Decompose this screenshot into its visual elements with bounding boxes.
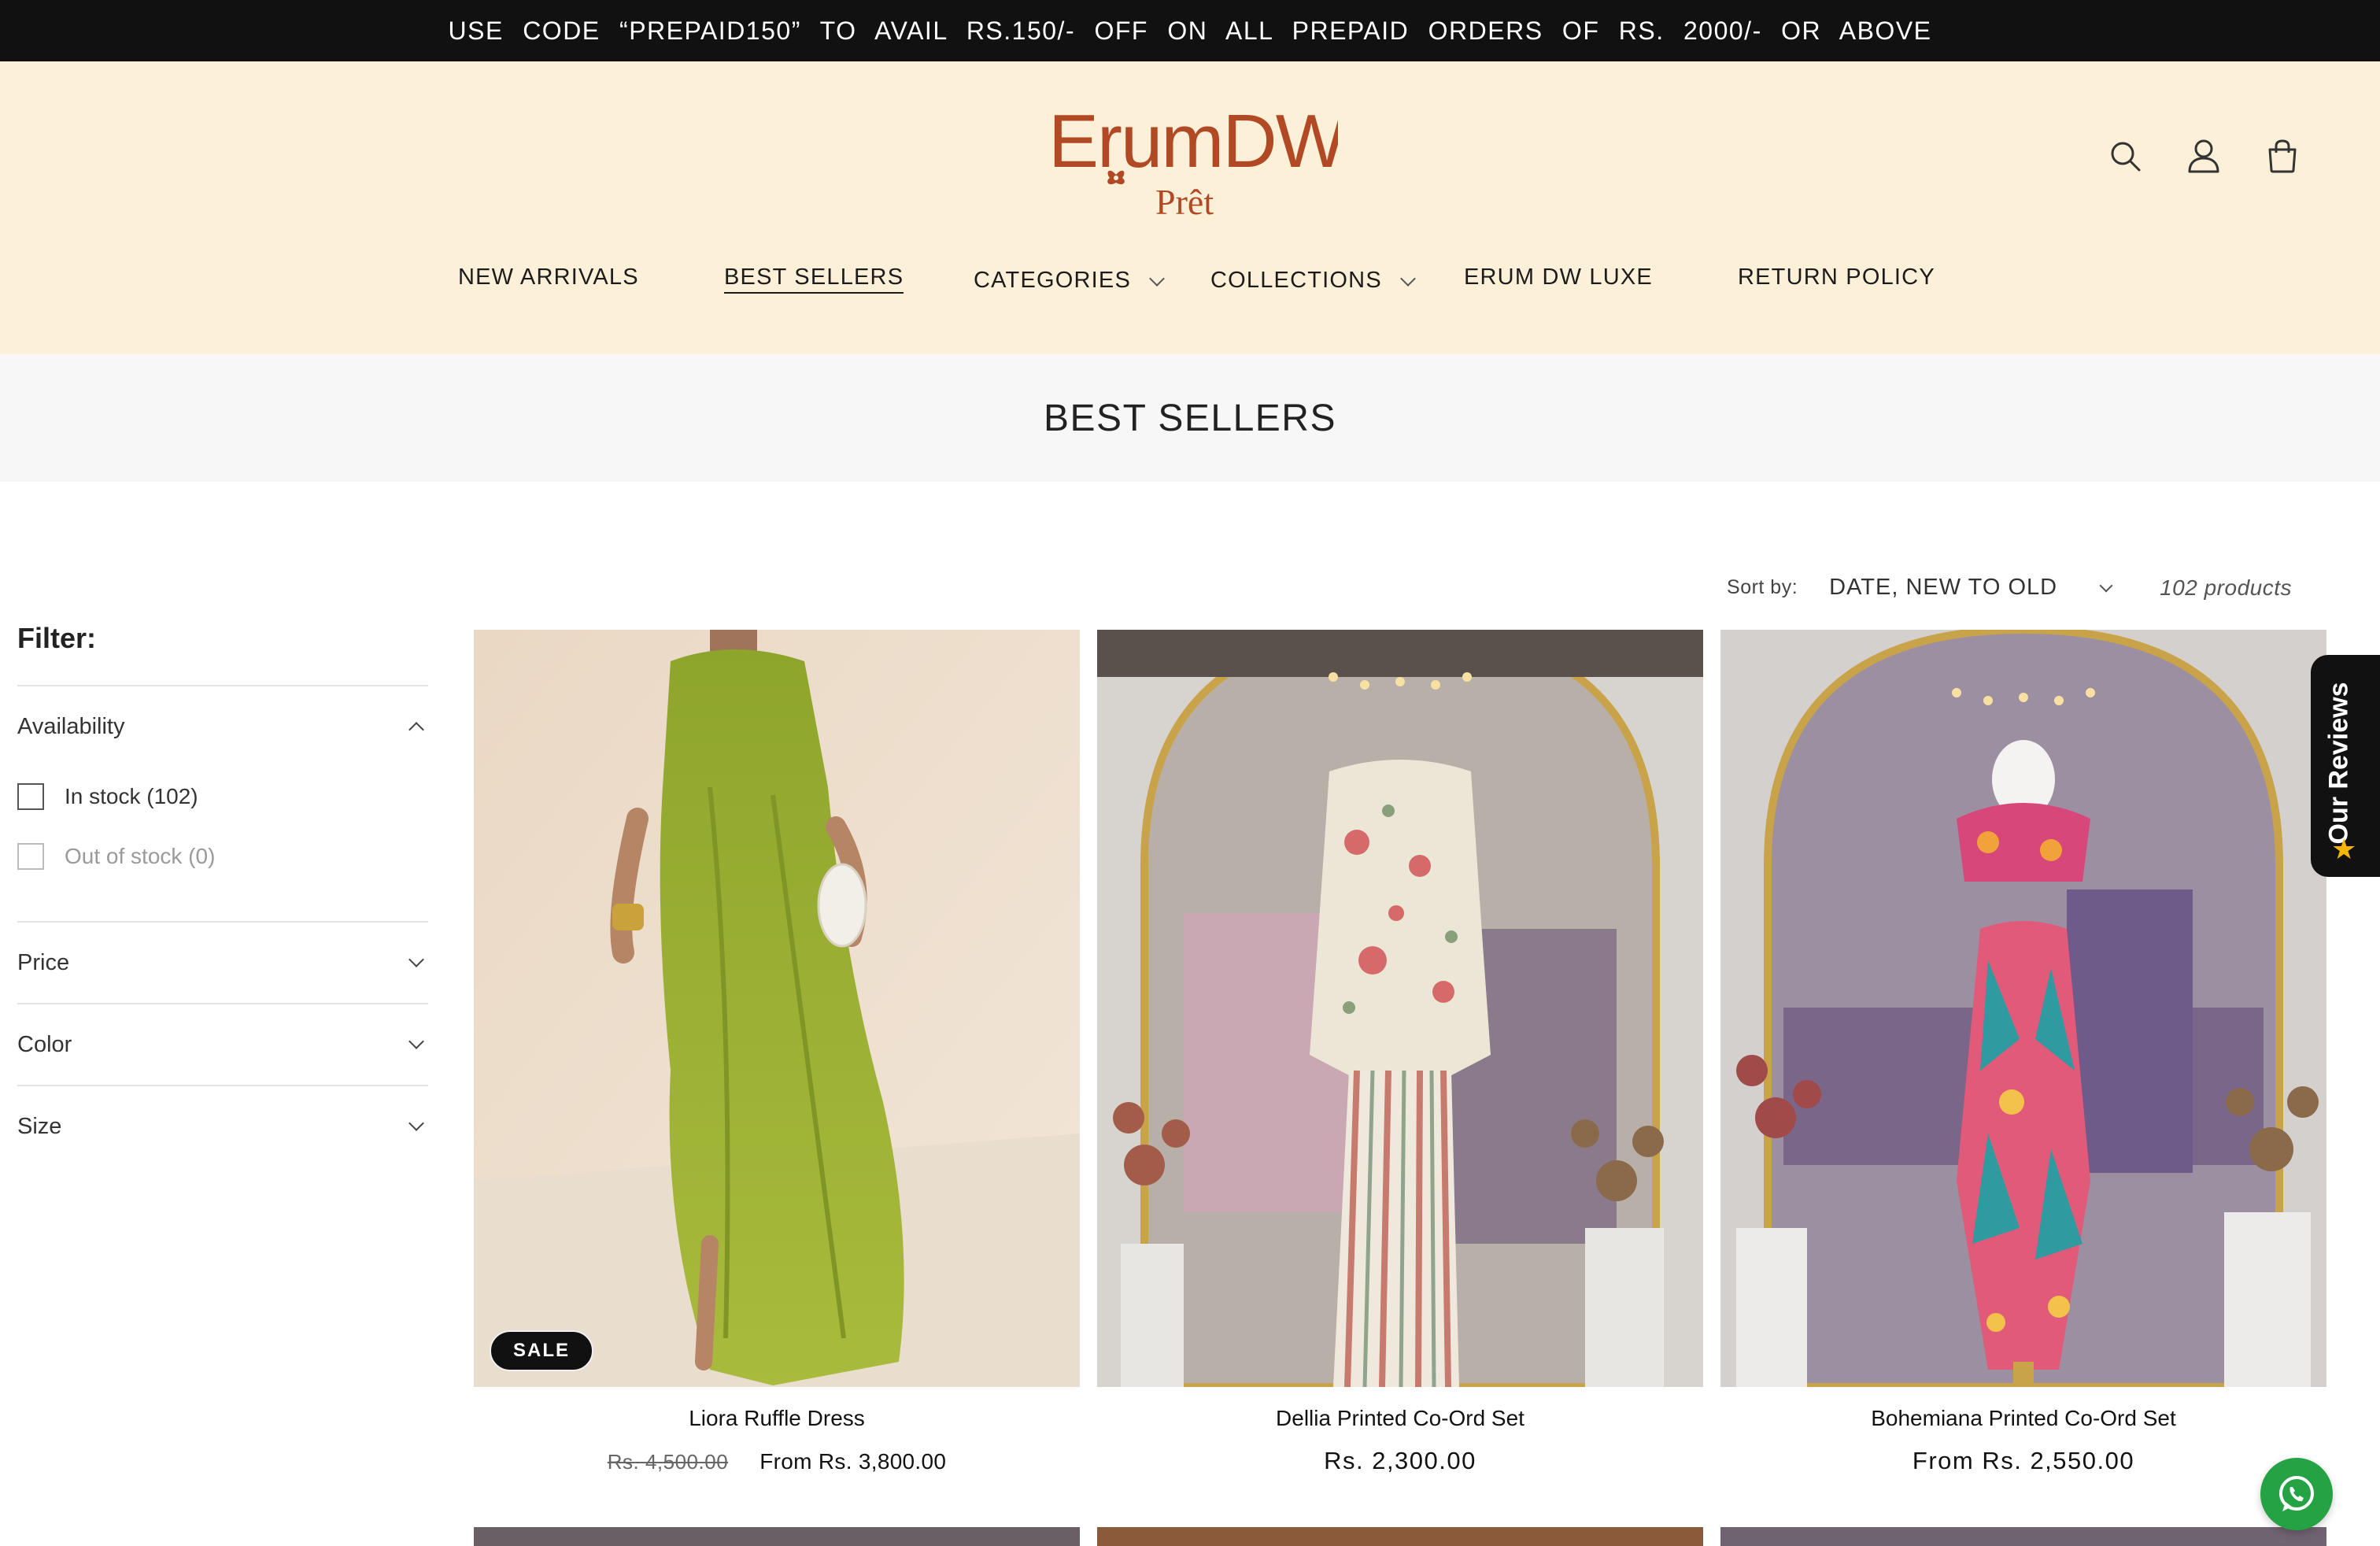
chevron-down-icon <box>408 952 424 967</box>
availability-options: In stock (102) Out of stock (0) <box>17 767 428 921</box>
option-label: In stock (102) <box>65 784 198 808</box>
sale-badge: SALE <box>490 1330 594 1371</box>
nav-label: CATEGORIES <box>974 268 1131 293</box>
main-nav: NEW ARRIVALS BEST SELLERS CATEGORIES COL… <box>0 264 2380 312</box>
product-price: From Rs. 2,550.00 <box>1912 1447 2135 1474</box>
product-name[interactable]: Liora Ruffle Dress <box>474 1406 1080 1431</box>
sort-value: DATE, NEW TO OLD <box>1829 575 2058 600</box>
collection-banner: BEST SELLERS <box>0 354 2380 482</box>
filter-group-label: Size <box>17 1113 62 1139</box>
nav-erum-dw-luxe[interactable]: ERUM DW LUXE <box>1464 264 1653 290</box>
product-card[interactable]: SALE Liora Ruffle Dress Rs. 4,500.00 Fro… <box>474 630 1080 1475</box>
product-count: 102 products <box>2160 575 2292 600</box>
checkbox[interactable] <box>17 843 44 870</box>
cart-icon[interactable] <box>2264 137 2301 175</box>
chevron-down-icon <box>408 1115 424 1131</box>
nav-label: COLLECTIONS <box>1210 268 1382 293</box>
filter-group-availability: Availability In stock (102) Out of stock… <box>17 686 428 923</box>
chevron-down-icon <box>1149 270 1165 287</box>
product-image[interactable] <box>1097 630 1703 1387</box>
reviews-side-tab[interactable]: Our Reviews ★ <box>2311 655 2380 877</box>
svg-text:Prêt: Prêt <box>1155 182 1214 222</box>
product-price: Rs. 4,500.00 From Rs. 3,800.00 <box>474 1447 1080 1475</box>
filter-option-out-of-stock[interactable]: Out of stock (0) <box>17 827 428 886</box>
product-image[interactable] <box>1720 630 2326 1387</box>
chevron-up-icon <box>408 722 424 738</box>
chevron-down-icon <box>408 1034 424 1049</box>
product-price: Rs. 2,300.00 <box>1324 1447 1476 1474</box>
header-icons <box>2106 137 2301 175</box>
product-name[interactable]: Bohemiana Printed Co-Ord Set <box>1720 1406 2326 1431</box>
chevron-down-icon <box>2099 579 2113 592</box>
sort-label: Sort by: <box>1727 576 1798 598</box>
filter-sidebar: Filter: Availability In stock (102) Out … <box>17 616 428 1167</box>
sort-select[interactable]: DATE, NEW TO OLD <box>1829 575 2113 601</box>
announcement-bar: USE CODE “PREPAID150” TO AVAIL RS.150/- … <box>0 0 2380 61</box>
site-header: ErumDW Prêt NEW ARRIVALS BEST SELLERS CA… <box>0 61 2380 354</box>
star-icon: ★ <box>2331 833 2357 865</box>
filter-group-size: Size <box>17 1086 428 1167</box>
filter-group-price: Price <box>17 923 428 1004</box>
account-icon[interactable] <box>2185 137 2223 175</box>
whatsapp-icon <box>2279 1476 2314 1511</box>
filter-title: Filter: <box>17 616 428 686</box>
nav-label: NEW ARRIVALS <box>458 264 639 290</box>
product-card[interactable]: Bohemiana Printed Co-Ord Set From Rs. 2,… <box>1720 630 2326 1475</box>
checkbox[interactable] <box>17 783 44 810</box>
filter-price-toggle[interactable]: Price <box>17 923 428 1003</box>
nav-return-policy[interactable]: RETURN POLICY <box>1738 264 1935 290</box>
reviews-tab-label: Our Reviews <box>2323 682 2354 845</box>
svg-text:ErumDW: ErumDW <box>1048 99 1338 183</box>
next-row-product-image[interactable] <box>1720 1527 2326 1546</box>
sort-bar: Sort by: DATE, NEW TO OLD 102 products <box>1727 575 2292 601</box>
page-title: BEST SELLERS <box>1044 397 1336 439</box>
product-card[interactable]: Dellia Printed Co-Ord Set Rs. 2,300.00 <box>1097 630 1703 1475</box>
nav-best-sellers[interactable]: BEST SELLERS <box>724 264 904 294</box>
nav-label: ERUM DW LUXE <box>1464 264 1653 290</box>
product-image[interactable]: SALE <box>474 630 1080 1387</box>
filter-availability-toggle[interactable]: Availability <box>17 686 428 767</box>
nav-categories[interactable]: CATEGORIES <box>974 268 1165 294</box>
chevron-down-icon <box>1399 270 1416 287</box>
nav-label: BEST SELLERS <box>724 264 904 294</box>
filter-group-label: Price <box>17 949 70 975</box>
next-row-product-image[interactable] <box>1097 1527 1703 1546</box>
nav-new-arrivals[interactable]: NEW ARRIVALS <box>458 264 639 290</box>
option-label: Out of stock (0) <box>65 844 216 868</box>
nav-collections[interactable]: COLLECTIONS <box>1210 268 1416 294</box>
filter-group-color: Color <box>17 1004 428 1086</box>
sale-price: From Rs. 3,800.00 <box>759 1449 947 1474</box>
filter-color-toggle[interactable]: Color <box>17 1004 428 1085</box>
next-row-product-image[interactable] <box>474 1527 1080 1546</box>
filter-group-label: Color <box>17 1031 72 1057</box>
search-icon[interactable] <box>2106 137 2144 175</box>
compare-at-price: Rs. 4,500.00 <box>607 1450 729 1474</box>
announcement-text: USE CODE “PREPAID150” TO AVAIL RS.150/- … <box>448 16 1932 45</box>
filter-size-toggle[interactable]: Size <box>17 1086 428 1167</box>
brand-logo[interactable]: ErumDW Prêt <box>1039 96 1349 230</box>
whatsapp-chat-button[interactable] <box>2260 1458 2333 1530</box>
product-name[interactable]: Dellia Printed Co-Ord Set <box>1097 1406 1703 1431</box>
filter-option-in-stock[interactable]: In stock (102) <box>17 767 428 827</box>
nav-label: RETURN POLICY <box>1738 264 1935 290</box>
filter-group-label: Availability <box>17 713 125 739</box>
